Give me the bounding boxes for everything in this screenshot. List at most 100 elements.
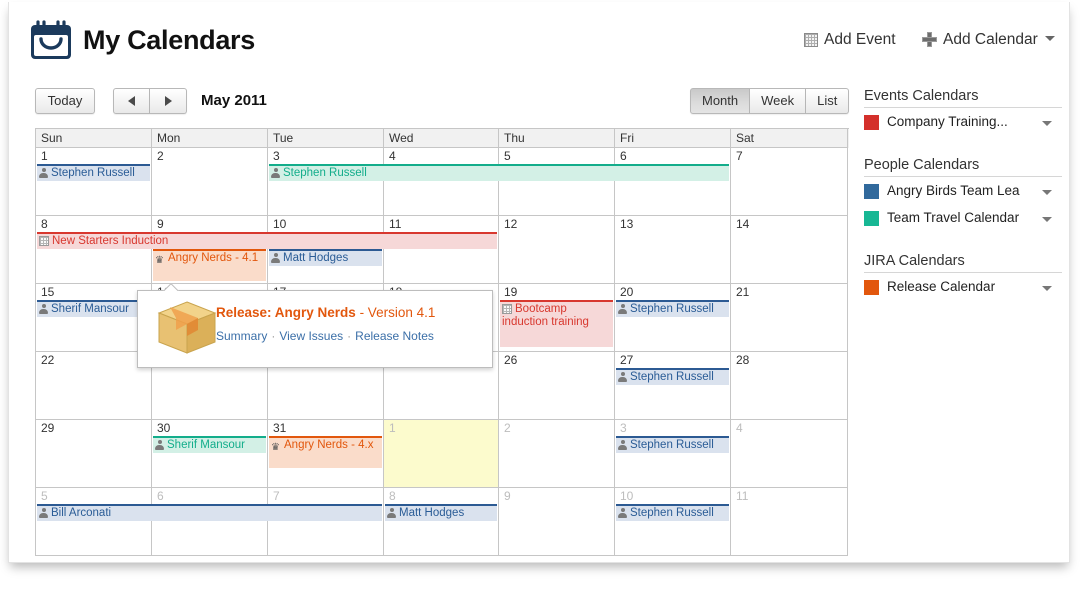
day-number: 10 [620, 489, 634, 503]
calendar-page: My Calendars Add Event Add Calendar Toda… [8, 2, 1070, 563]
day-cell[interactable]: 14 [731, 216, 848, 284]
calendar-name: Team Travel Calendar [887, 210, 1020, 225]
day-of-week-thu: Thu [499, 129, 615, 148]
tooltip-release-name: Release: Angry Nerds [216, 305, 356, 320]
day-cell[interactable]: 6 [152, 488, 268, 556]
chevron-down-icon[interactable] [1042, 121, 1052, 126]
sidebar-calendar-row[interactable]: Team Travel Calendar [864, 209, 1062, 231]
day-number: 11 [736, 489, 749, 503]
calendar-event[interactable]: Stephen Russell [616, 436, 729, 453]
calendar-event[interactable]: Stephen Russell [616, 300, 729, 317]
tooltip-link-summary[interactable]: Summary [216, 329, 267, 343]
day-cell[interactable]: 3 [268, 148, 384, 216]
day-cell[interactable]: 1 [384, 420, 499, 488]
chevron-down-icon[interactable] [1044, 36, 1055, 41]
day-cell[interactable]: 1 [36, 148, 152, 216]
day-cell[interactable]: 26 [499, 352, 615, 420]
chevron-down-icon[interactable] [1042, 286, 1052, 291]
day-cell[interactable]: 3 [615, 420, 731, 488]
day-cell[interactable]: 8 [36, 216, 152, 284]
day-cell[interactable]: 21 [731, 284, 848, 352]
day-cell[interactable]: 22 [36, 352, 152, 420]
day-number: 19 [504, 285, 518, 299]
add-calendar-button[interactable]: Add Calendar [922, 31, 1055, 49]
calendar-event[interactable]: Sherif Mansour [153, 436, 266, 453]
day-number: 7 [736, 149, 743, 163]
day-cell[interactable]: 28 [731, 352, 848, 420]
person-icon [618, 508, 627, 518]
chevron-down-icon[interactable] [1042, 217, 1052, 222]
day-cell[interactable]: 12 [499, 216, 615, 284]
chevron-right-icon [165, 96, 172, 106]
calendar-event-title: Bill Arconati [51, 507, 112, 519]
calendar-event[interactable]: Stephen Russell [37, 164, 150, 181]
day-cell[interactable]: 27 [615, 352, 731, 420]
day-cell[interactable]: 5 [499, 148, 615, 216]
tab-week[interactable]: Week [750, 88, 807, 114]
sidebar-calendar-row[interactable]: Release Calendar [864, 278, 1062, 300]
day-number: 13 [620, 217, 634, 231]
prev-month-button[interactable] [113, 88, 150, 114]
day-cell[interactable]: 11 [731, 488, 848, 556]
calendar-event[interactable]: Stephen Russell [616, 504, 729, 521]
next-month-button[interactable] [150, 88, 187, 114]
calendar-event[interactable]: Matt Hodges [269, 249, 382, 266]
sidebar-section-title: Events Calendars [864, 88, 1062, 108]
calendar-event[interactable]: Stephen Russell [616, 368, 729, 385]
day-cell[interactable]: 7 [268, 488, 384, 556]
calendar-event[interactable]: Matt Hodges [385, 504, 497, 521]
crown-icon: ♛ [155, 255, 164, 266]
day-number: 6 [157, 489, 164, 503]
calendar-event[interactable]: Bootcamp induction training [500, 300, 613, 347]
add-event-button[interactable]: Add Event [804, 31, 896, 49]
day-cell[interactable]: 30 [152, 420, 268, 488]
day-cell[interactable]: 10 [615, 488, 731, 556]
day-cell[interactable]: 11 [384, 216, 499, 284]
day-cell[interactable]: 2 [499, 420, 615, 488]
day-number: 3 [620, 421, 627, 435]
calendar-event[interactable]: Stephen Russell [269, 164, 729, 181]
calendar-event[interactable]: Bill Arconati [37, 504, 382, 521]
calendar-event-title: Stephen Russell [283, 167, 367, 179]
tooltip-link-view-issues[interactable]: View Issues [279, 329, 343, 343]
calendar-event-title: Angry Nerds - 4.x [284, 439, 374, 451]
day-cell[interactable]: 4 [731, 420, 848, 488]
sidebar-calendar-row[interactable]: Company Training... [864, 113, 1062, 135]
calendar-event[interactable]: ♛ Angry Nerds - 4.1 [153, 249, 266, 281]
day-cell[interactable]: 5 [36, 488, 152, 556]
day-cell[interactable]: 20 [615, 284, 731, 352]
tooltip-link-release-notes[interactable]: Release Notes [355, 329, 434, 343]
day-cell[interactable]: 15 [36, 284, 152, 352]
tab-month[interactable]: Month [690, 88, 751, 114]
sidebar-section: JIRA Calendars Release Calendar [864, 253, 1064, 300]
calendar-event[interactable]: New Starters Induction [37, 232, 497, 249]
week-row: 5 6 7 8 9 10 11 [36, 488, 849, 556]
chevron-down-icon[interactable] [1042, 190, 1052, 195]
day-number: 30 [157, 421, 171, 435]
period-label: May 2011 [201, 92, 267, 109]
day-cell[interactable]: 2 [152, 148, 268, 216]
day-cell[interactable]: 7 [731, 148, 848, 216]
calendar-color-swatch [864, 115, 879, 130]
person-icon [155, 440, 164, 450]
person-icon [39, 508, 48, 518]
today-button[interactable]: Today [35, 88, 95, 114]
day-number: 1 [41, 149, 48, 163]
day-cell[interactable]: 9 [499, 488, 615, 556]
calendar-name: Angry Birds Team Lea [887, 183, 1020, 198]
calendar-event[interactable]: Sherif Mansour [37, 300, 150, 317]
day-cell[interactable]: 8 [384, 488, 499, 556]
day-cell[interactable]: 4 [384, 148, 499, 216]
month-nav-group [113, 88, 187, 114]
tooltip-links: Summary · View Issues · Release Notes [216, 329, 484, 343]
day-cell[interactable]: 13 [615, 216, 731, 284]
day-cell[interactable]: 6 [615, 148, 731, 216]
day-number: 21 [736, 285, 750, 299]
sidebar-calendar-row[interactable]: Angry Birds Team Lea [864, 182, 1062, 204]
add-calendar-label: Add Calendar [943, 31, 1038, 48]
day-number: 8 [389, 489, 396, 503]
sidebar-section: Events Calendars Company Training... [864, 88, 1064, 135]
day-cell[interactable]: 29 [36, 420, 152, 488]
calendar-event[interactable]: ♛ Angry Nerds - 4.x [269, 436, 382, 468]
tab-list[interactable]: List [806, 88, 850, 114]
